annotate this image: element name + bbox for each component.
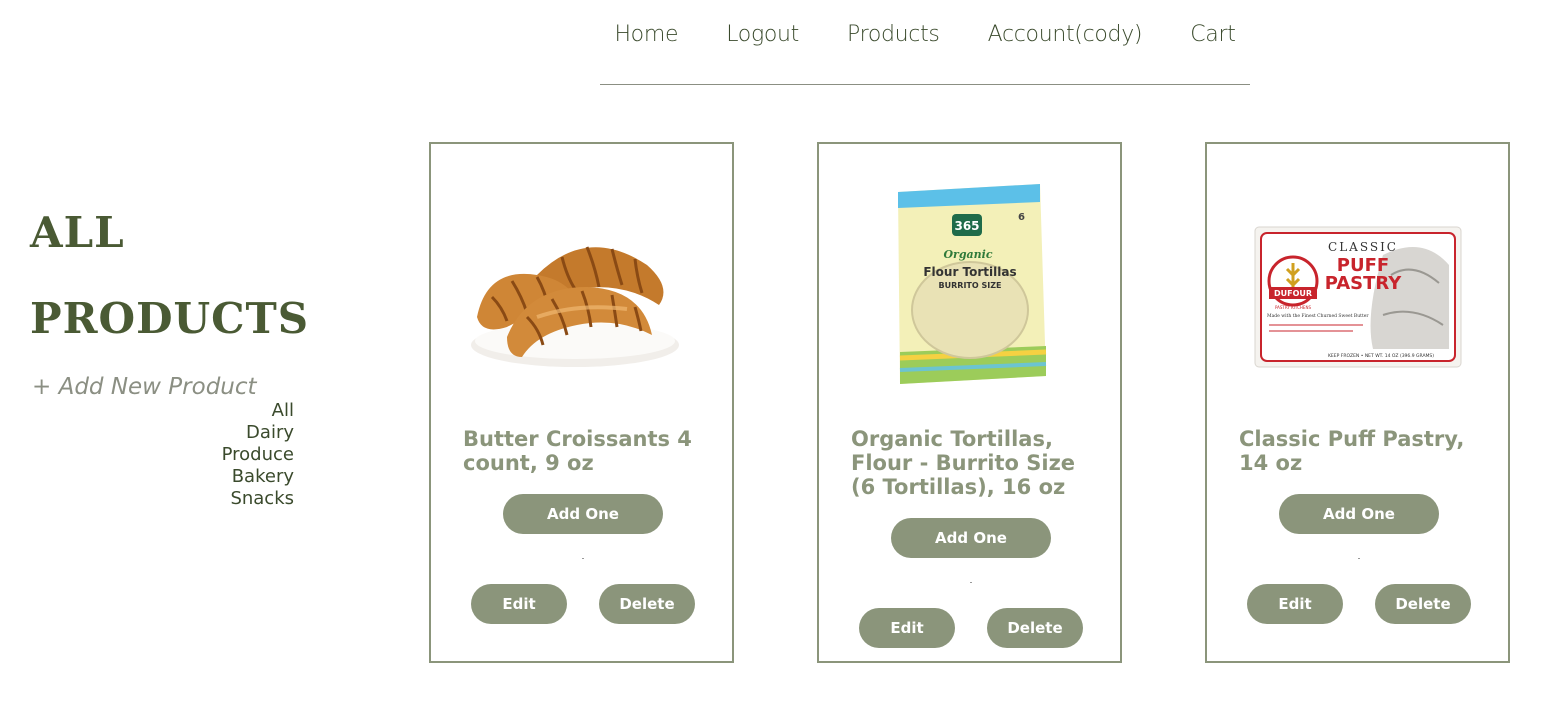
nav-list: Home Logout Products Account(cody) Cart	[600, 0, 1250, 47]
package-footer: KEEP FROZEN • NET WT. 14 OZ (396.9 GRAMS…	[1327, 353, 1433, 359]
quantity-indicator	[582, 558, 584, 559]
package-sub: PASTRY KITCHENS	[1275, 305, 1311, 310]
category-all[interactable]: All	[150, 400, 294, 422]
product-image: 365 6 Organic Flour Tortillas BURRITO SI…	[819, 180, 1120, 390]
page-title-line2: PRODUCTS	[30, 294, 310, 343]
nav-home[interactable]: Home	[614, 22, 678, 47]
package-line3: PASTRY	[1324, 273, 1402, 294]
delete-button[interactable]: Delete	[987, 608, 1083, 648]
product-image: DUFOUR PASTRY KITCHENS CLASSIC PUFF PAST…	[1207, 172, 1508, 422]
category-filter-list: All Dairy Produce Bakery Snacks	[150, 400, 294, 510]
add-new-product-link[interactable]: + Add New Product	[32, 374, 257, 400]
add-one-button[interactable]: Add One	[891, 518, 1051, 558]
product-card: Butter Croissants 4 count, 9 oz Add One …	[429, 142, 734, 663]
croissant-image	[470, 246, 679, 367]
package-brand: DUFOUR	[1273, 289, 1311, 298]
add-one-button[interactable]: Add One	[503, 494, 663, 534]
quantity-indicator	[1358, 558, 1360, 559]
category-dairy[interactable]: Dairy	[150, 422, 294, 444]
nav-account[interactable]: Account(cody)	[988, 22, 1143, 47]
product-card: 365 6 Organic Flour Tortillas BURRITO SI…	[817, 142, 1122, 663]
nav-cart[interactable]: Cart	[1190, 22, 1236, 47]
package-tagline: Made with the Finest Churned Sweet Butte…	[1267, 313, 1369, 319]
package-line2: Flour Tortillas	[923, 265, 1016, 279]
package-line3: BURRITO SIZE	[938, 281, 1001, 290]
nav-products[interactable]: Products	[847, 22, 940, 47]
top-nav: Home Logout Products Account(cody) Cart	[600, 0, 1250, 85]
delete-button[interactable]: Delete	[1375, 584, 1471, 624]
page-title: ALL PRODUCTS	[30, 190, 309, 362]
puff-pastry-box-image: DUFOUR PASTRY KITCHENS CLASSIC PUFF PAST…	[1254, 226, 1461, 368]
product-card: DUFOUR PASTRY KITCHENS CLASSIC PUFF PAST…	[1205, 142, 1510, 663]
product-image	[431, 172, 732, 422]
category-produce[interactable]: Produce	[150, 444, 294, 466]
page-title-line1: ALL	[30, 208, 125, 257]
product-name: Butter Croissants 4 count, 9 oz	[463, 427, 692, 475]
package-line1: Organic	[943, 248, 992, 261]
edit-button[interactable]: Edit	[859, 608, 955, 648]
nav-logout[interactable]: Logout	[726, 22, 799, 47]
tortilla-package-image: 365 6 Organic Flour Tortillas BURRITO SI…	[897, 184, 1046, 384]
add-one-button[interactable]: Add One	[1279, 494, 1439, 534]
package-count: 6	[1018, 212, 1025, 223]
category-snacks[interactable]: Snacks	[150, 488, 294, 510]
category-bakery[interactable]: Bakery	[150, 466, 294, 488]
quantity-indicator	[970, 582, 972, 583]
edit-button[interactable]: Edit	[1247, 584, 1343, 624]
edit-button[interactable]: Edit	[471, 584, 567, 624]
product-name: Classic Puff Pastry, 14 oz	[1239, 427, 1465, 475]
delete-button[interactable]: Delete	[599, 584, 695, 624]
package-brand: 365	[954, 219, 979, 233]
package-line1: CLASSIC	[1328, 240, 1398, 254]
product-name: Organic Tortillas, Flour - Burrito Size …	[851, 427, 1076, 499]
